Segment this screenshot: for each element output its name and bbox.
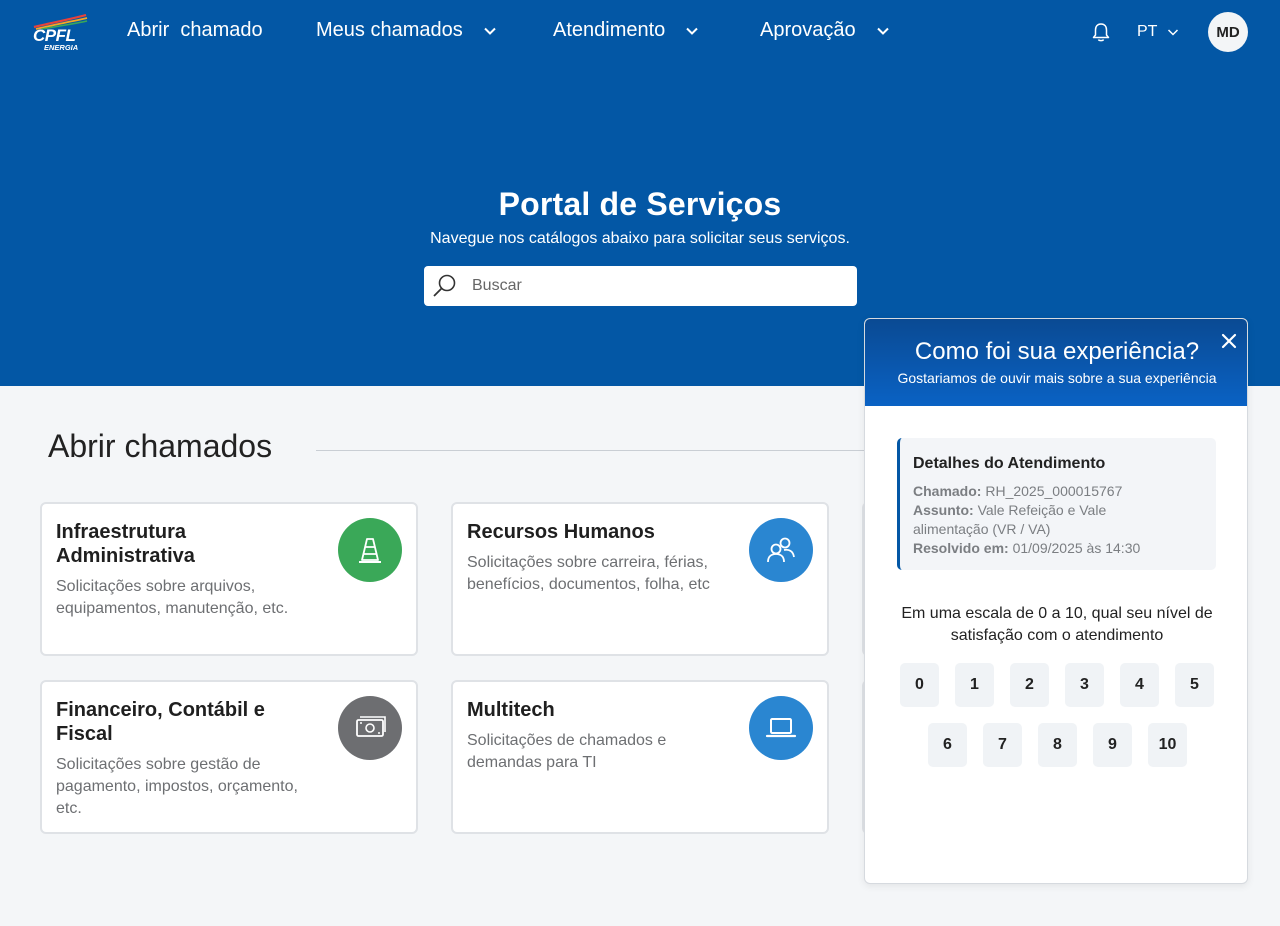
resolved-label: Resolvido em: (913, 540, 1009, 556)
resolved-row: Resolvido em: 01/09/2025 às 14:30 (913, 539, 1213, 558)
subject-row: Assunto: Vale Refeição e Vale alimentaçã… (913, 501, 1123, 539)
ticket-value: RH_2025_000015767 (985, 483, 1123, 499)
section-title: Abrir chamados (48, 428, 273, 464)
subject-label: Assunto: (913, 502, 974, 518)
details-title: Detalhes do Atendimento (913, 455, 1106, 472)
card-title: Recursos Humanos (467, 521, 655, 543)
card-title: Multitech (467, 699, 555, 721)
chevron-down-icon (1168, 29, 1179, 36)
chevron-down-icon (876, 27, 889, 35)
nav-service-label: Atendimento (553, 19, 666, 41)
card-title: Infraestrutura Administrativa (56, 521, 195, 567)
card-icon-badge (338, 518, 402, 582)
modal-title: Como foi sua experiência? (914, 338, 1200, 365)
card-icon-badge (338, 696, 402, 760)
search-icon (433, 274, 456, 297)
satisfaction-survey-modal: Como foi sua experiência? Gostariamos de… (864, 318, 1248, 884)
score-button-8[interactable]: 8 (1038, 723, 1077, 767)
section-divider (316, 450, 876, 451)
page-title: Portal de Serviços (498, 186, 782, 222)
search-bar[interactable] (424, 266, 857, 306)
card-description: Solicitações sobre gestão de pagamento, … (56, 756, 298, 817)
score-button-1[interactable]: 1 (955, 663, 994, 707)
money-icon (356, 716, 386, 737)
score-button-5[interactable]: 5 (1175, 663, 1214, 707)
modal-header: Como foi sua experiência? Gostariamos de… (865, 319, 1247, 406)
laptop-icon (765, 718, 797, 738)
language-selector[interactable]: PT (1137, 23, 1179, 41)
nav-approval-label: Aprovação (760, 19, 856, 41)
search-input[interactable] (472, 277, 832, 295)
score-button-4[interactable]: 4 (1120, 663, 1159, 707)
satisfaction-question: Em uma escala de 0 a 10, qual seu nível … (901, 605, 1213, 644)
chevron-down-icon (484, 27, 496, 35)
card-icon-badge (749, 518, 813, 582)
score-button-7[interactable]: 7 (983, 723, 1022, 767)
nav-service[interactable]: Atendimento (553, 19, 699, 42)
card-multitech[interactable]: Multitech Solicitações de chamados e dem… (451, 680, 829, 834)
page-subtitle: Navegue nos catálogos abaixo para solici… (430, 230, 850, 247)
chevron-down-icon (686, 27, 699, 35)
nav-my-tickets[interactable]: Meus chamados (316, 19, 497, 42)
ticket-details-box: Detalhes do Atendimento Chamado: RH_2025… (897, 438, 1216, 570)
people-icon (767, 537, 795, 563)
card-title: Financeiro, Contábil e Fiscal (56, 699, 265, 745)
modal-subtitle: Gostariamos de ouvir mais sobre a sua ex… (897, 370, 1217, 386)
close-icon[interactable] (1219, 331, 1239, 351)
ticket-id-row: Chamado: RH_2025_000015767 (913, 482, 1123, 501)
score-button-3[interactable]: 3 (1065, 663, 1104, 707)
nav-my-tickets-label: Meus chamados (316, 19, 463, 41)
score-button-9[interactable]: 9 (1093, 723, 1132, 767)
card-description: Solicitações sobre arquivos, equipamento… (56, 578, 289, 617)
bell-icon[interactable] (1090, 21, 1112, 43)
card-infraestrutura[interactable]: Infraestrutura Administrativa Solicitaçõ… (40, 502, 418, 656)
score-button-6[interactable]: 6 (928, 723, 967, 767)
card-description: Solicitações de chamados e demandas para… (467, 732, 667, 771)
nav-open-ticket[interactable]: Abrir chamado (127, 19, 263, 42)
cpfl-logo[interactable]: CPFL ENERGIA (30, 12, 90, 54)
card-description: Solicitações sobre carreira, férias, ben… (467, 554, 710, 593)
score-button-2[interactable]: 2 (1010, 663, 1049, 707)
nav-approval[interactable]: Aprovação (760, 19, 890, 42)
road-cone-icon (359, 538, 381, 563)
ticket-label: Chamado: (913, 483, 982, 499)
resolved-value: 01/09/2025 às 14:30 (1012, 540, 1141, 556)
top-navbar: CPFL ENERGIA Abrir chamado Meus chamados… (0, 0, 1280, 64)
language-label: PT (1137, 23, 1158, 40)
user-avatar[interactable]: MD (1208, 12, 1248, 52)
nav-open-ticket-label: Abrir chamado (127, 19, 263, 41)
score-button-10[interactable]: 10 (1148, 723, 1187, 767)
score-button-0[interactable]: 0 (900, 663, 939, 707)
card-icon-badge (749, 696, 813, 760)
logo-subtext: ENERGIA (44, 43, 79, 52)
card-recursos-humanos[interactable]: Recursos Humanos Solicitações sobre carr… (451, 502, 829, 656)
card-financeiro[interactable]: Financeiro, Contábil e Fiscal Solicitaçõ… (40, 680, 418, 834)
